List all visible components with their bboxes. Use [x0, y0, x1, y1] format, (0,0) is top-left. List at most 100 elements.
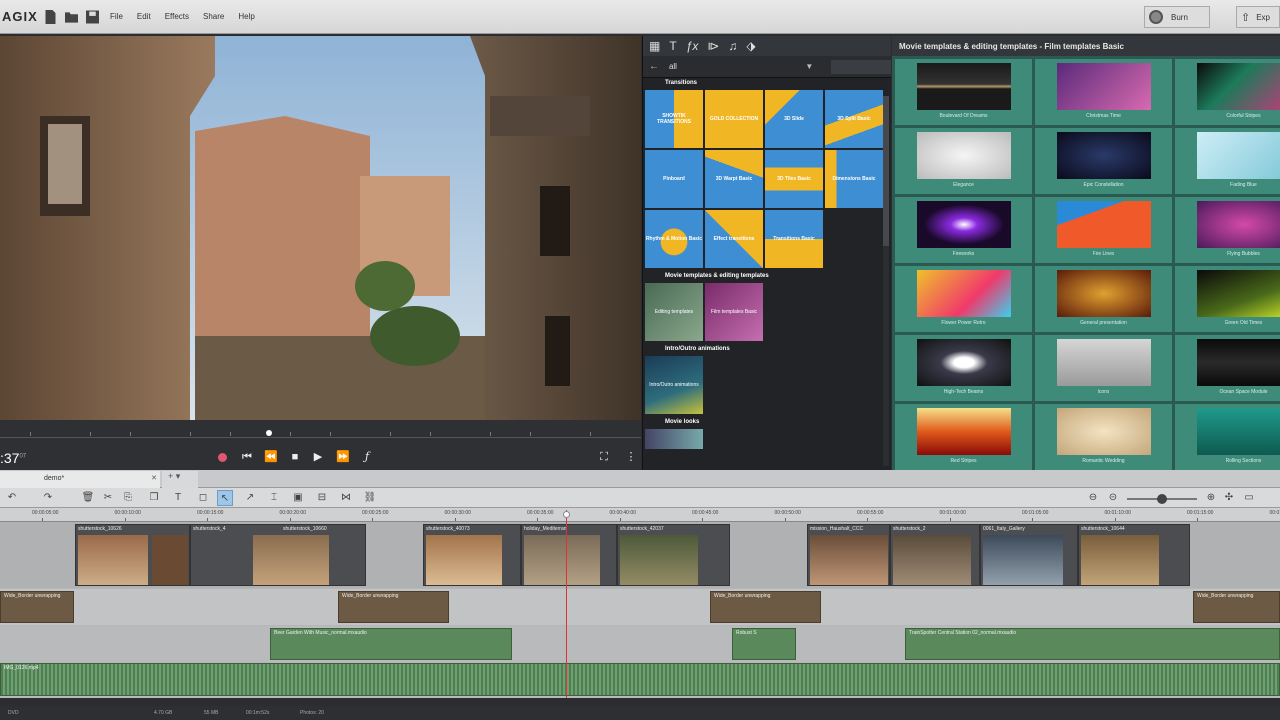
intro-tile[interactable]: Intro/Outro animations — [645, 356, 703, 414]
fx-icon[interactable]: ƒ — [360, 451, 374, 463]
new-project-icon[interactable] — [44, 9, 57, 24]
menu-edit[interactable]: Edit — [137, 12, 151, 21]
video-clip[interactable]: mission_Haushalt_CCC — [807, 524, 890, 586]
rewind-icon[interactable]: ⏪ — [264, 451, 278, 463]
template-item[interactable]: Red Stripes — [895, 404, 1032, 470]
music-clip[interactable]: IMG_0126.mp4 — [0, 663, 1280, 696]
video-clip[interactable]: shutterstock_2 — [890, 524, 980, 586]
transition-tile[interactable]: Rhythm & Motion Basic — [645, 210, 703, 268]
menu-effects[interactable]: Effects — [165, 12, 189, 21]
tab-demo[interactable]: demo* ✕ — [0, 471, 160, 488]
link-icon[interactable]: ⛓ — [362, 490, 378, 506]
template-item[interactable]: Boulevard Of Dreams — [895, 59, 1032, 125]
audio-clip[interactable]: Beer Garden With Music_normal.mxaudio — [270, 628, 512, 660]
template-item[interactable]: Ocean Space Module — [1175, 335, 1280, 401]
movie-template-tile[interactable]: Film templates Basic — [705, 283, 763, 341]
template-item[interactable]: Romantic Wedding — [1035, 404, 1172, 470]
skip-start-icon[interactable]: ⏮ — [240, 451, 254, 463]
template-item[interactable]: Rolling Sections — [1175, 404, 1280, 470]
transition-tile[interactable]: Pinboard — [645, 150, 703, 208]
transition-clip[interactable]: Wide_Border unwrapping — [710, 591, 821, 623]
transition-tile[interactable]: Dimensions Basic — [825, 150, 883, 208]
template-item[interactable]: Fire Lines — [1035, 197, 1172, 263]
fullscreen-icon[interactable]: ⛶ — [597, 451, 611, 463]
mode-icon[interactable]: ⋈ — [338, 490, 354, 506]
transition-tile[interactable]: 3D Tiles Basic — [765, 150, 823, 208]
title-tool-icon[interactable]: T — [170, 490, 186, 506]
transition-tile[interactable]: GOLD COLLECTION — [705, 90, 763, 148]
view-settings-icon[interactable]: ✣ — [1221, 490, 1237, 506]
transition-tile[interactable]: Transitions Basic — [765, 210, 823, 268]
fast-forward-icon[interactable]: ⏩ — [336, 451, 350, 463]
movie-template-tile[interactable]: Editing templates — [645, 283, 703, 341]
template-item[interactable]: Green Old Times — [1175, 266, 1280, 332]
range-pointer-icon[interactable]: ↗ — [242, 490, 258, 506]
video-clip[interactable]: shutterstock_42037 — [617, 524, 730, 586]
effects-fx-icon[interactable]: ƒx — [686, 39, 699, 53]
video-clip[interactable]: shutterstock_10626 — [75, 524, 190, 586]
transition-tile[interactable]: 3D Slide — [765, 90, 823, 148]
playhead[interactable] — [566, 510, 567, 698]
cut-icon[interactable]: ✂ — [100, 490, 116, 506]
media-scrollbar[interactable] — [883, 96, 889, 466]
tag-icon[interactable]: ⬗ — [746, 39, 755, 53]
template-item[interactable]: Epic Constellation — [1035, 128, 1172, 194]
menu-share[interactable]: Share — [203, 12, 224, 21]
undo-icon[interactable]: ↶ — [4, 490, 20, 506]
preview-scrubber[interactable] — [0, 430, 641, 438]
template-item[interactable]: Icons — [1035, 335, 1172, 401]
media-search-input[interactable] — [831, 59, 891, 74]
video-clip[interactable]: holiday_Mediterran — [521, 524, 617, 586]
back-arrow-icon[interactable]: ← — [649, 61, 661, 72]
transition-clip[interactable]: Wide_Border unwrapping — [338, 591, 449, 623]
audio-clip[interactable]: Robust S — [732, 628, 796, 660]
import-icon[interactable]: ▦ — [649, 39, 660, 53]
menu-file[interactable]: File — [110, 12, 123, 21]
template-item[interactable]: Christmas Time — [1035, 59, 1172, 125]
audio-clip[interactable]: TrainSpotter Central Station 02_normal.m… — [905, 628, 1280, 660]
burn-button[interactable]: Burn — [1144, 6, 1210, 28]
frame-tool-icon[interactable]: ◻ — [195, 490, 211, 506]
play-icon[interactable]: ▶ — [311, 451, 325, 463]
transition-tile[interactable]: 3D Split Basic — [825, 90, 883, 148]
video-clip[interactable]: shutterstock_4 shutterstock_10660 — [190, 524, 366, 586]
video-clip[interactable]: shutterstock_40073 — [423, 524, 521, 586]
template-item[interactable]: Flower Power Retro — [895, 266, 1032, 332]
export-button[interactable]: ⇧ Exp — [1236, 6, 1280, 28]
transition-tile[interactable]: 3D Warpt Basic — [705, 150, 763, 208]
stop-icon[interactable]: ■ — [288, 451, 302, 463]
add-tab-button[interactable]: + ▾ — [162, 471, 198, 488]
template-item[interactable]: Elegance — [895, 128, 1032, 194]
menu-help[interactable]: Help — [238, 12, 254, 21]
zoom-slider[interactable] — [1127, 494, 1197, 504]
save-icon[interactable] — [86, 9, 99, 24]
category-select[interactable]: all — [669, 62, 805, 71]
zoom-in-icon[interactable]: ⊕ — [1203, 490, 1219, 506]
template-item[interactable]: General presentation — [1035, 266, 1172, 332]
template-item[interactable]: Colorful Stripes — [1175, 59, 1280, 125]
template-item[interactable]: High-Tech Beams — [895, 335, 1032, 401]
scroll-thumb[interactable] — [883, 96, 889, 246]
playhead-handle[interactable] — [563, 511, 570, 518]
transition-tile[interactable]: SHOWTIK TRANSITIONS — [645, 90, 703, 148]
record-button[interactable] — [218, 453, 227, 462]
close-icon[interactable]: ✕ — [151, 474, 157, 482]
open-folder-icon[interactable] — [65, 9, 78, 24]
delete-icon[interactable]: 🗑 — [80, 490, 96, 506]
zoom-out-icon[interactable]: ⊖ — [1085, 490, 1101, 506]
movie-look-tile[interactable] — [645, 429, 703, 449]
ungroup-icon[interactable]: ⊟ — [314, 490, 330, 506]
zoom-fit-icon[interactable]: ⊝ — [1105, 490, 1121, 506]
group-icon[interactable]: ▣ — [290, 490, 306, 506]
copy-icon[interactable]: ⎘ — [120, 490, 136, 506]
timeline-ruler[interactable]: 00:00:05:00 00:00:10:00 00:00:15:00 00:00:2… — [0, 508, 1280, 522]
chevron-down-icon[interactable]: ▼ — [805, 62, 813, 71]
transition-tile[interactable]: Effect transitions — [705, 210, 763, 268]
transition-clip[interactable]: Wide_Border unwrapping — [0, 591, 74, 623]
split-icon[interactable]: ⌶ — [266, 490, 282, 506]
paste-icon[interactable]: ❐ — [146, 490, 162, 506]
scrubber-handle[interactable] — [266, 430, 272, 436]
redo-icon[interactable]: ↷ — [40, 490, 56, 506]
zoom-slider-handle[interactable] — [1157, 494, 1167, 504]
select-pointer-icon[interactable]: ↖ — [217, 490, 233, 506]
